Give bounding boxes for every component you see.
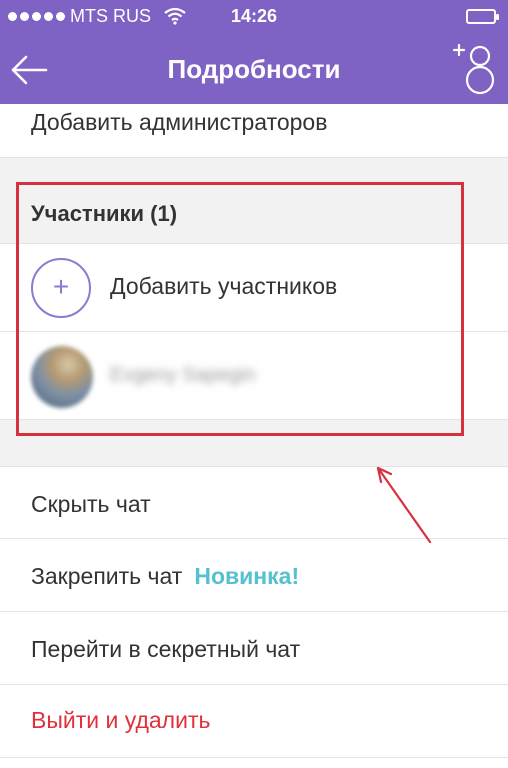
plus-icon: + <box>31 258 91 318</box>
clock: 14:26 <box>230 6 278 26</box>
hide-chat-label: Скрыть чат <box>31 491 151 517</box>
member-row[interactable]: Evgeny Sapegin <box>0 332 508 420</box>
avatar <box>31 346 93 408</box>
add-participants-label: Добавить участников <box>110 273 338 299</box>
add-administrators-label: Добавить администраторов <box>31 109 328 135</box>
secret-chat-item[interactable]: Перейти в секретный чат <box>0 612 508 685</box>
section-divider <box>0 420 508 466</box>
hide-chat-item[interactable]: Скрыть чат <box>0 466 508 539</box>
new-badge: Новинка! <box>194 563 300 589</box>
pin-chat-item[interactable]: Закрепить чат Новинка! <box>0 539 508 612</box>
participants-section-header: Участники (1) <box>0 184 508 244</box>
secret-chat-label: Перейти в секретный чат <box>31 636 301 662</box>
pin-chat-label: Закрепить чат <box>31 563 183 589</box>
leave-and-delete-label: Выйти и удалить <box>31 707 211 733</box>
section-divider <box>0 158 508 184</box>
leave-and-delete-item[interactable]: Выйти и удалить <box>0 685 508 758</box>
add-contact-icon[interactable] <box>450 40 498 96</box>
page-title: Подробности <box>167 54 341 84</box>
status-bar: MTS RUS 14:26 <box>0 0 508 34</box>
add-administrators-item[interactable]: Добавить администраторов <box>0 104 508 158</box>
add-participants-item[interactable]: + Добавить участников <box>0 244 508 332</box>
participants-header-label: Участники (1) <box>31 201 178 226</box>
navigation-bar: Подробности <box>0 34 508 104</box>
battery-icon <box>466 9 499 24</box>
member-name: Evgeny Sapegin <box>110 364 256 386</box>
